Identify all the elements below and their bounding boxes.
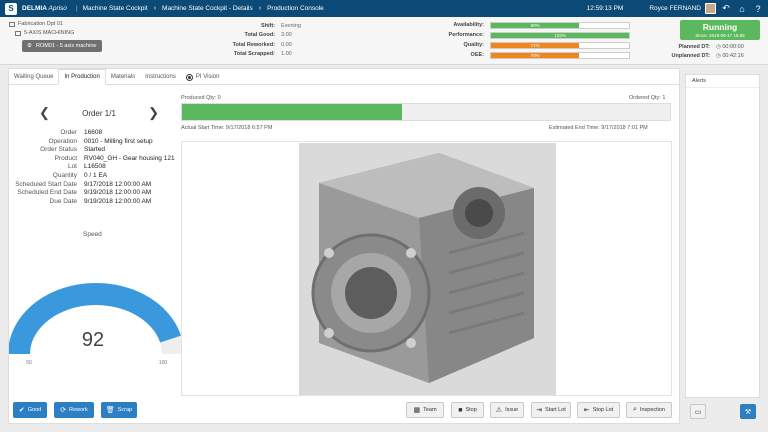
help-icon[interactable]: ?: [752, 3, 764, 15]
chevron-right-icon: ›: [258, 5, 262, 12]
next-order-icon[interactable]: ❯: [148, 105, 159, 121]
estimated-end-time: Estimated End Time: 9/17/2018 7:01 PM: [549, 125, 648, 131]
brand-name: DELMIA Apriso: [22, 5, 67, 12]
order-navigator: ❮ Order 1/1 ❯: [39, 105, 159, 121]
speed-value: 92: [82, 329, 104, 351]
performance-bar: 133%: [490, 31, 630, 39]
production-progress-fill: [182, 104, 402, 120]
tab-bar: Waiting Queue In Production Materials In…: [9, 69, 679, 85]
tab-in-production[interactable]: In Production: [58, 69, 106, 85]
tools-button[interactable]: ⚒: [740, 404, 756, 419]
kpi-panel: Availability: 90% Performance: 133% Qualit…: [440, 20, 630, 60]
production-progress-bar: [181, 103, 671, 121]
refresh-icon: ⟳: [60, 407, 67, 414]
good-button[interactable]: ✔ Good: [13, 402, 47, 418]
main-panel: Waiting Queue In Production Materials In…: [8, 68, 680, 424]
availability-bar: 90%: [490, 21, 630, 29]
comment-icon: ▭: [694, 408, 702, 416]
home-icon[interactable]: ⌂: [736, 3, 748, 15]
chevron-right-icon: ›: [153, 5, 157, 12]
clock-icon: ◷: [716, 53, 721, 59]
avatar[interactable]: [705, 3, 716, 14]
user-name: Royce FERNAND: [649, 5, 701, 12]
order-details: Order 16608 Operation 0010 - Milling first…: [15, 129, 175, 205]
gauge-max: 100: [159, 360, 168, 364]
planned-dt: Planned DT: ◷ 00:00:00: [678, 44, 744, 50]
warning-icon: ⚠: [495, 407, 503, 414]
part-image-frame: [181, 141, 672, 396]
produced-qty: Produced Qty: 0: [181, 95, 221, 101]
factory-icon: [15, 30, 21, 36]
inspection-button[interactable]: ⌕ Inspection: [626, 402, 672, 418]
rework-button[interactable]: ⟳ Rework: [54, 402, 94, 418]
team-button[interactable]: ▦ Team: [406, 402, 444, 418]
oee-bar: 70%: [490, 51, 630, 59]
shift-stats: Shift: Evening Total Good: 3.00 Total Rewo…: [232, 22, 301, 58]
machine-status-badge: Running Since: 2018-09-17 16:58: [680, 20, 760, 40]
gear-housing-image: [299, 143, 556, 395]
check-icon: ✔: [18, 407, 25, 414]
stop-lot-button[interactable]: ⇤ Stop Lot: [577, 402, 620, 418]
tab-materials[interactable]: Materials: [106, 69, 140, 85]
alerts-title: Alerts: [686, 75, 759, 88]
crumb-cockpit-details[interactable]: Machine State Cockpit - Details: [162, 5, 253, 12]
gear-icon: ⚙: [27, 43, 32, 49]
previous-order-icon[interactable]: ❮: [39, 105, 50, 121]
unplanned-dt: Unplanned DT: ◷ 00:42:16: [671, 53, 744, 59]
back-icon[interactable]: ↶: [720, 3, 732, 15]
inspection-icon: ⌕: [633, 406, 637, 413]
quality-bar: 71%: [490, 41, 630, 49]
trash-icon: 🗑: [105, 407, 115, 414]
top-bar: S DELMIA Apriso | Machine State Cockpit …: [0, 0, 768, 17]
clock: 12:59:13 PM: [586, 5, 624, 12]
tab-waiting-queue[interactable]: Waiting Queue: [9, 69, 58, 85]
ordered-qty: Ordered Qty: 1: [629, 95, 666, 101]
gauge-min: 50: [26, 360, 32, 364]
start-lot-button[interactable]: ⇥ Start Lot: [531, 402, 571, 418]
machine-selector-button[interactable]: ⚙ ROM01 - 5 axis machine: [22, 40, 102, 52]
scrap-button[interactable]: 🗑 Scrap: [101, 402, 137, 418]
order-title: Order 1/1: [82, 108, 116, 118]
summary-header: Fabrication Dpt 01 5-AXIS MACHINING ⚙ RO…: [0, 17, 768, 65]
comment-button[interactable]: ▭: [690, 404, 706, 419]
crumb-machine-state-cockpit[interactable]: Machine State Cockpit: [83, 5, 148, 12]
pi-vision-icon: [185, 73, 193, 81]
start-lot-icon: ⇥: [536, 407, 543, 414]
actual-start-time: Actual Start Time: 9/17/2018 6:57 PM: [181, 125, 273, 131]
ds-logo-icon: S: [5, 2, 17, 15]
area-label: 5-AXIS MACHINING: [15, 30, 74, 36]
stop-lot-icon: ⇤: [583, 407, 590, 414]
alerts-panel: Alerts: [685, 74, 760, 398]
action-bar: ✔ Good ⟳ Rework 🗑 Scrap ▦ Team ■ Stop ⚠ Issue …: [9, 402, 679, 420]
stop-icon: ■: [458, 406, 463, 414]
stop-button[interactable]: ■ Stop: [451, 402, 484, 418]
facility-label: Fabrication Dpt 01: [9, 21, 74, 27]
tab-pi-vision[interactable]: PI Vision: [181, 69, 225, 85]
tools-icon: ⚒: [744, 408, 752, 416]
breadcrumb: | Machine State Cockpit › Machine State …: [75, 5, 324, 12]
speed-gauge: 92 50 100: [9, 283, 184, 364]
issue-button[interactable]: ⚠ Issue: [490, 402, 524, 418]
building-icon: [9, 21, 15, 27]
speed-label: Speed: [83, 231, 102, 238]
clock-icon: ◷: [716, 44, 721, 50]
crumb-production-console: Production Console: [267, 5, 324, 12]
tab-instructions[interactable]: Instructions: [140, 69, 181, 85]
team-icon: ▦: [413, 407, 421, 414]
